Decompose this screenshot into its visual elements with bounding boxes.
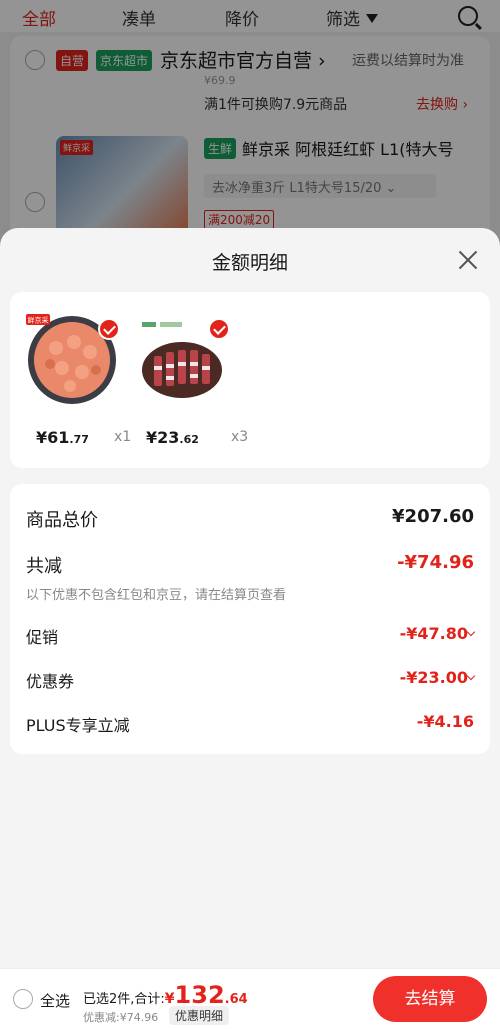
coupon-value[interactable]: -¥23.00 [400, 668, 468, 687]
shrimp-brand-logo: 鲜京采 [28, 316, 49, 325]
coupon-label: 优惠券 [26, 672, 75, 691]
discount-note: 以下优惠不包含红包和京豆，请在结算页查看 [26, 588, 287, 603]
price-decimal: .62 [179, 433, 199, 446]
promo-value[interactable]: -¥47.80 [400, 624, 468, 643]
price-integer: ¥23 [146, 428, 180, 447]
total-amount: ¥132.64 [164, 981, 248, 1009]
chevron-down-icon[interactable] [466, 671, 476, 681]
selected-items-card: 鲜京采 ¥61.77 x1 ¥23.62 x3 [10, 292, 490, 468]
select-all-label[interactable]: 全选 [40, 990, 70, 1011]
checkout-bar: 全选 已选2件,合计:¥132.64 优惠减:¥74.96 优惠明细 去结算 [0, 968, 500, 1029]
select-all-radio[interactable] [13, 989, 33, 1009]
item-quantity: x3 [231, 429, 249, 445]
selection-summary: 已选2件,合计:¥132.64 [83, 981, 248, 1009]
discount-label: 共减 [26, 556, 62, 577]
total-value: ¥207.60 [392, 506, 474, 527]
chevron-down-icon[interactable] [466, 627, 476, 637]
checkout-button[interactable]: 去结算 [373, 976, 487, 1022]
discount-summary: 优惠减:¥74.96 [83, 1011, 159, 1024]
selected-count-text: 已选2件,合计: [83, 992, 165, 1007]
amount-integer: 132 [174, 981, 225, 1009]
amount-detail-sheet: 金额明细 鲜京采 ¥61.77 x1 ¥23.62 x3 商品总价 ¥207.6… [0, 228, 500, 968]
plus-label: PLUS专享立减 [26, 716, 130, 735]
currency-symbol: ¥ [164, 991, 175, 1007]
sheet-title: 金额明细 [211, 252, 288, 274]
promo-label: 促销 [26, 628, 59, 647]
plus-value: -¥4.16 [416, 712, 474, 731]
discount-detail-toggle[interactable]: 优惠明细 [169, 1006, 230, 1025]
price-integer: ¥61 [36, 428, 70, 447]
total-label: 商品总价 [26, 510, 98, 531]
item-shrimp[interactable]: 鲜京采 ¥61.77 x1 [10, 308, 131, 458]
price-breakdown-card: 商品总价 ¥207.60 共减 -¥74.96 以下优惠不包含红包和京豆，请在结… [10, 484, 490, 754]
price-decimal: .77 [69, 433, 89, 446]
close-icon[interactable] [456, 248, 480, 272]
discount-value: -¥74.96 [397, 552, 474, 573]
item-skewers[interactable]: ¥23.62 x3 [120, 308, 248, 458]
item-price: ¥61.77 [36, 428, 89, 447]
check-icon [208, 318, 230, 340]
amount-decimal: .64 [224, 992, 248, 1007]
check-icon [98, 318, 120, 340]
item-price: ¥23.62 [146, 428, 199, 447]
